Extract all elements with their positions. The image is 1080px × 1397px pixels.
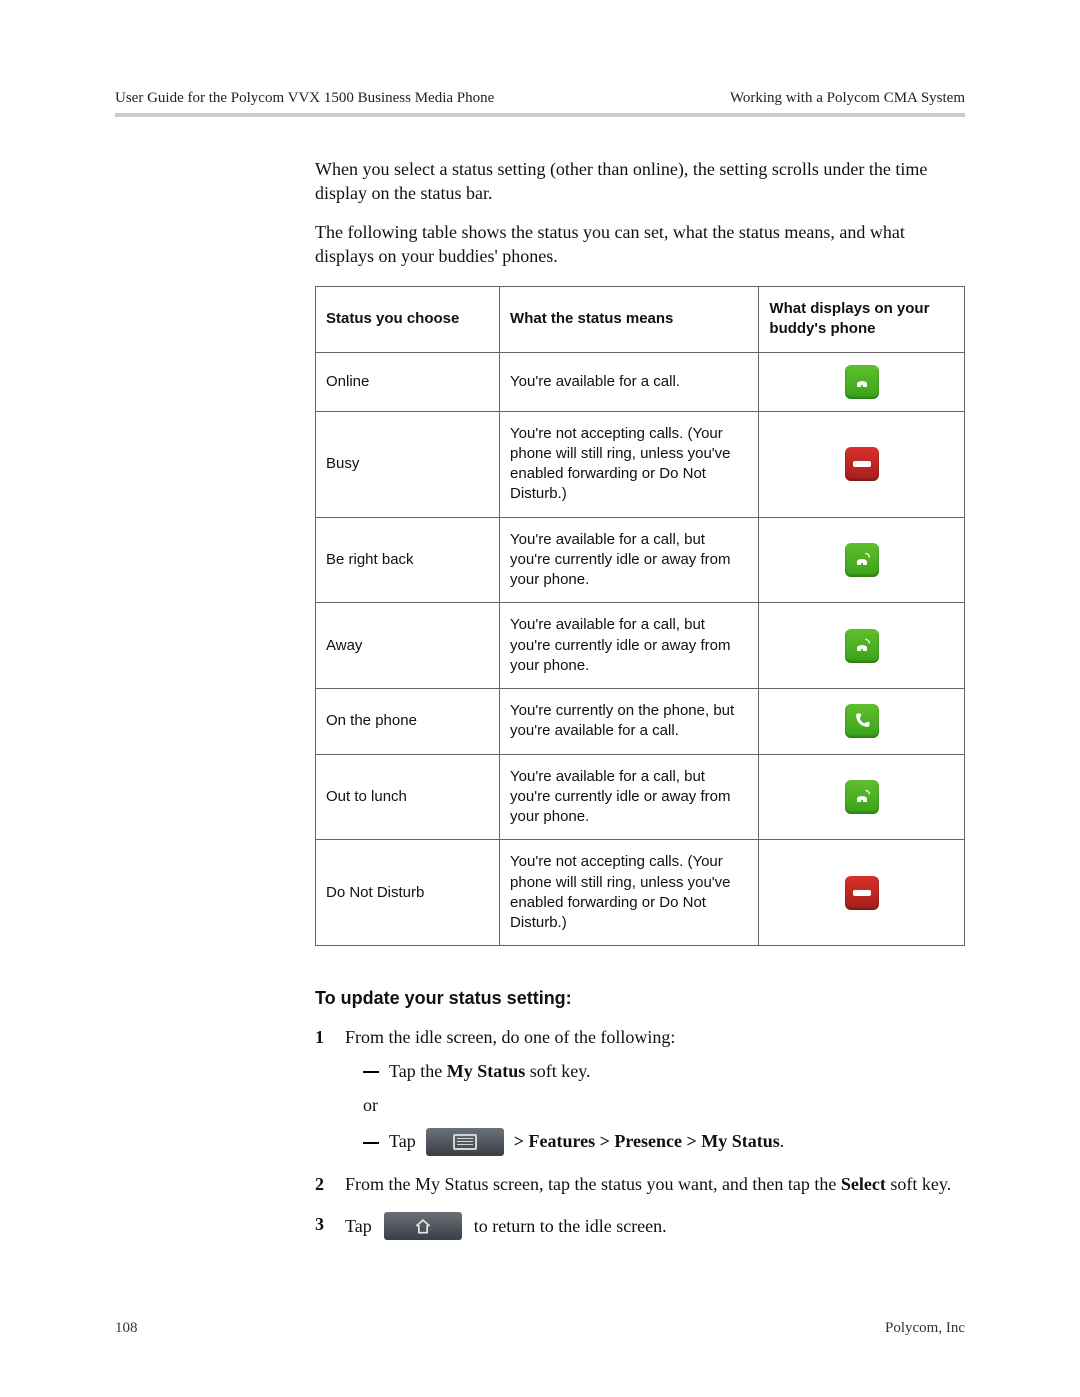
onphone-icon (845, 704, 879, 738)
icon-cell (759, 754, 965, 840)
online-icon (845, 365, 879, 399)
home-softkey-icon (384, 1212, 462, 1240)
step1-or: or (363, 1093, 965, 1117)
header-left: User Guide for the Polycom VVX 1500 Busi… (115, 90, 494, 107)
page-footer: 108 Polycom, Inc (115, 1320, 965, 1337)
body-column: When you select a status setting (other … (315, 157, 965, 1240)
status-cell: Online (316, 352, 500, 411)
intro-paragraph-2: The following table shows the status you… (315, 220, 965, 269)
step1-text: From the idle screen, do one of the foll… (345, 1027, 675, 1047)
page-number: 108 (115, 1320, 138, 1337)
status-cell: Busy (316, 411, 500, 517)
meaning-cell: You're not accepting calls. (Your phone … (500, 411, 759, 517)
dash-icon (363, 1071, 379, 1073)
table-row: On the phone You're currently on the pho… (316, 689, 965, 755)
away-icon (845, 780, 879, 814)
dash-icon (363, 1142, 379, 1144)
table-header-row: Status you choose What the status means … (316, 287, 965, 353)
table-row: Away You're available for a call, but yo… (316, 603, 965, 689)
step3-text: Tap to return to the idle screen. (345, 1212, 667, 1240)
document-page: { "header": { "left": "User Guide for th… (0, 0, 1080, 1397)
table-row: Out to lunch You're available for a call… (316, 754, 965, 840)
step-2: From the My Status screen, tap the statu… (315, 1172, 965, 1196)
step-1: From the idle screen, do one of the foll… (315, 1025, 965, 1156)
meaning-cell: You're not accepting calls. (Your phone … (500, 840, 759, 946)
step1-bullet1: Tap the My Status soft key. (363, 1059, 965, 1083)
status-cell: Do Not Disturb (316, 840, 500, 946)
status-cell: Out to lunch (316, 754, 500, 840)
step1-bullet1-text: Tap the My Status soft key. (389, 1059, 591, 1083)
table-body: Online You're available for a call. Busy… (316, 352, 965, 946)
company-name: Polycom, Inc (885, 1320, 965, 1337)
th-status: Status you choose (316, 287, 500, 353)
away-icon (845, 543, 879, 577)
step1-bullet2-text: Tap > Features > Presence > My Status. (389, 1128, 784, 1156)
meaning-cell: You're available for a call. (500, 352, 759, 411)
step2-text: From the My Status screen, tap the statu… (345, 1174, 951, 1194)
icon-cell (759, 517, 965, 603)
step-3: Tap to return to the idle screen. (315, 1212, 965, 1240)
th-meaning: What the status means (500, 287, 759, 353)
icon-cell (759, 411, 965, 517)
table-row: Do Not Disturb You're not accepting call… (316, 840, 965, 946)
icon-cell (759, 352, 965, 411)
icon-cell (759, 689, 965, 755)
table-row: Online You're available for a call. (316, 352, 965, 411)
meaning-cell: You're currently on the phone, but you'r… (500, 689, 759, 755)
running-header: User Guide for the Polycom VVX 1500 Busi… (115, 90, 965, 117)
status-table: Status you choose What the status means … (315, 286, 965, 946)
table-row: Busy You're not accepting calls. (Your p… (316, 411, 965, 517)
status-cell: Be right back (316, 517, 500, 603)
away-icon (845, 629, 879, 663)
busy-icon (845, 447, 879, 481)
busy-icon (845, 876, 879, 910)
meaning-cell: You're available for a call, but you're … (500, 517, 759, 603)
menu-softkey-icon (426, 1128, 504, 1156)
table-row: Be right back You're available for a cal… (316, 517, 965, 603)
status-cell: On the phone (316, 689, 500, 755)
th-display: What displays on your buddy's phone (759, 287, 965, 353)
meaning-cell: You're available for a call, but you're … (500, 754, 759, 840)
header-right: Working with a Polycom CMA System (730, 90, 965, 107)
meaning-cell: You're available for a call, but you're … (500, 603, 759, 689)
steps-list: From the idle screen, do one of the foll… (315, 1025, 965, 1240)
status-cell: Away (316, 603, 500, 689)
section-heading: To update your status setting: (315, 986, 965, 1010)
icon-cell (759, 840, 965, 946)
intro-paragraph-1: When you select a status setting (other … (315, 157, 965, 206)
icon-cell (759, 603, 965, 689)
step1-bullet2: Tap > Features > Presence > My Status. (363, 1128, 965, 1156)
